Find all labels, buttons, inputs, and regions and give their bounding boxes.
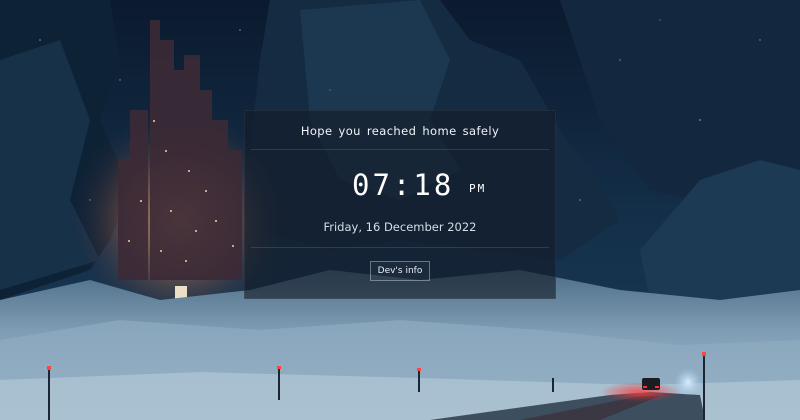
top-divider [251,149,549,150]
dev-info-button[interactable]: Dev's info [370,261,430,281]
clock-time: 07:18 [352,168,455,202]
clock: 07:18 PM [245,169,555,201]
current-date: Friday, 16 December 2022 [323,220,477,234]
bottom-divider [251,247,549,248]
clock-period: PM [469,182,487,195]
greeting-message: Hope you reached home safely [300,124,500,138]
greeting-card: Hope you reached home safely 07:18 PM Fr… [244,110,556,299]
